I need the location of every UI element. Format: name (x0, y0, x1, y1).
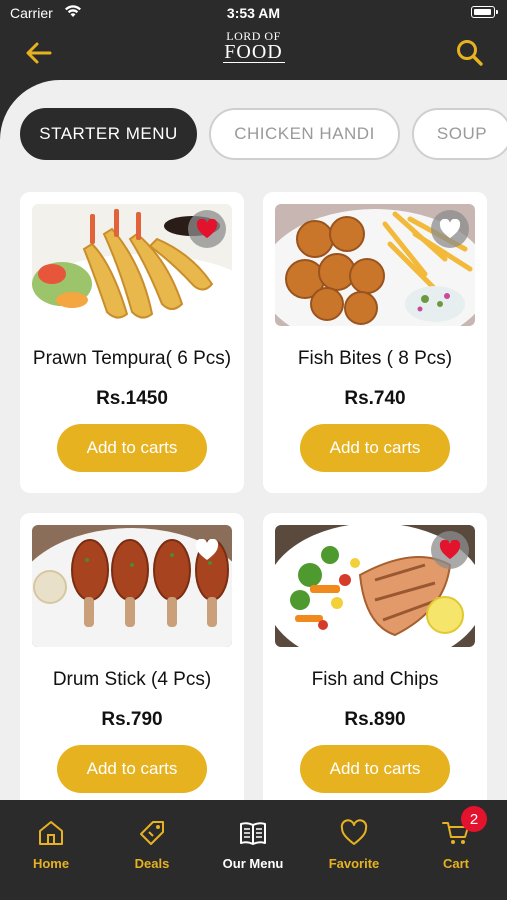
heart-filled-icon (196, 219, 218, 239)
tab-starter-menu[interactable]: STARTER MENU (20, 108, 197, 160)
item-name: Prawn Tempura( 6 Pcs) (32, 348, 232, 369)
tab-chicken-handi[interactable]: CHICKEN HANDI (209, 108, 400, 160)
heart-icon (340, 819, 368, 845)
menu-card[interactable]: Fish and Chips Rs.890 Add to carts (263, 513, 487, 800)
add-to-cart-button[interactable]: Add to carts (57, 424, 207, 472)
status-time: 3:53 AM (226, 5, 281, 21)
favorite-toggle[interactable] (188, 210, 226, 248)
bottom-tab-bar: Home Deals Our Menu Favorite 2 Cart (0, 800, 507, 900)
lord-of-food-logo: LORD OF FOOD (219, 30, 289, 74)
favorite-toggle[interactable] (431, 210, 469, 248)
tab-cart[interactable]: 2 Cart (411, 806, 501, 871)
tab-cart-label: Cart (442, 856, 469, 871)
menu-book-icon (240, 822, 266, 845)
favorite-toggle[interactable] (431, 531, 469, 569)
tab-home-label: Home (32, 856, 70, 871)
search-button[interactable] (453, 36, 487, 70)
item-price: Rs.890 (344, 709, 406, 730)
tab-home[interactable]: Home (6, 818, 96, 871)
menu-card[interactable]: Drum Stick (4 Pcs) Rs.790 Add to carts (20, 513, 244, 800)
menu-card[interactable]: Fish Bites ( 8 Pcs) Rs.740 Add to carts (263, 192, 487, 493)
add-to-cart-button[interactable]: Add to carts (57, 745, 207, 793)
heart-icon (439, 219, 461, 239)
app-header: LORD OF FOOD (0, 26, 507, 80)
arrow-left-icon (26, 42, 52, 64)
cart-count-badge: 2 (461, 806, 487, 832)
item-price: Rs.1450 (96, 388, 168, 409)
heart-filled-icon (439, 540, 461, 560)
battery-icon (471, 6, 498, 18)
back-button[interactable] (22, 36, 56, 70)
add-to-cart-button[interactable]: Add to carts (300, 745, 450, 793)
favorite-toggle[interactable] (188, 531, 226, 569)
tab-favorite[interactable]: Favorite (309, 818, 399, 871)
tab-deals[interactable]: Deals (107, 818, 197, 871)
tab-our-menu-label: Our Menu (222, 856, 284, 871)
status-bar: Carrier 3:53 AM (0, 0, 507, 26)
heart-icon (195, 539, 219, 560)
category-tabs: STARTER MENU CHICKEN HANDI SOUP (20, 108, 507, 160)
tag-icon (140, 821, 164, 845)
tab-favorite-label: Favorite (328, 856, 380, 871)
item-name: Fish and Chips (311, 669, 439, 690)
item-name: Fish Bites ( 8 Pcs) (297, 348, 453, 369)
tab-soup[interactable]: SOUP (412, 108, 507, 160)
home-icon (39, 821, 63, 845)
tab-deals-label: Deals (134, 856, 170, 871)
item-price: Rs.740 (344, 388, 406, 409)
search-icon (457, 40, 483, 66)
item-price: Rs.790 (101, 709, 163, 730)
menu-content[interactable]: STARTER MENU CHICKEN HANDI SOUP Prawn Te… (0, 80, 507, 800)
add-to-cart-button[interactable]: Add to carts (300, 424, 450, 472)
item-name: Drum Stick (4 Pcs) (52, 669, 212, 690)
logo-line2: FOOD (224, 41, 283, 63)
menu-card[interactable]: Prawn Tempura( 6 Pcs) Rs.1450 Add to car… (20, 192, 244, 493)
tab-our-menu[interactable]: Our Menu (208, 818, 298, 871)
